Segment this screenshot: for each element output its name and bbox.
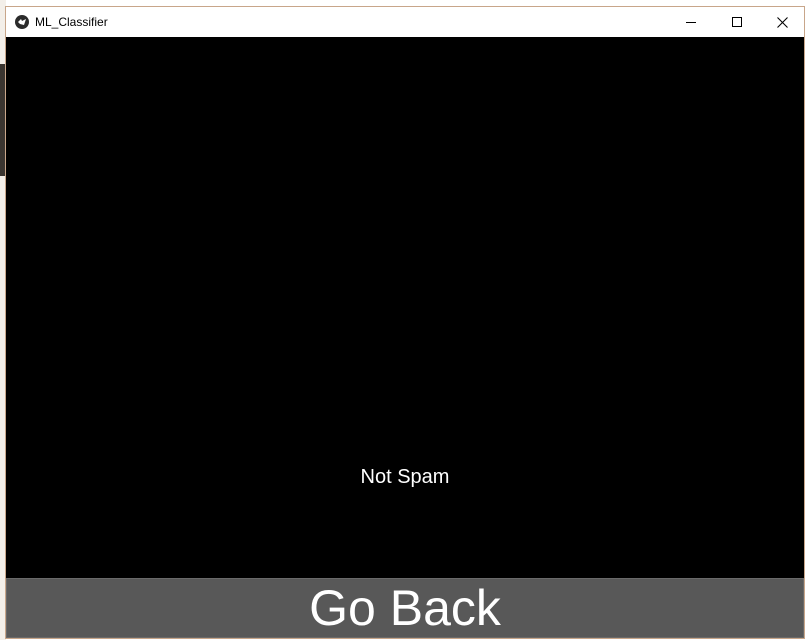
title-bar[interactable]: ML_Classifier (6, 7, 804, 37)
app-logo-icon[interactable] (15, 15, 29, 29)
classification-result-label: Not Spam (360, 466, 450, 488)
minimize-button[interactable] (668, 7, 714, 37)
main-content: Not Spam Go Back (6, 37, 804, 638)
app-window: ML_Classifier Not Spam Go Back (5, 6, 805, 639)
close-button[interactable] (759, 7, 804, 37)
window-title: ML_Classifier (35, 15, 108, 29)
maximize-button[interactable] (714, 7, 760, 37)
maximize-icon (732, 17, 742, 27)
close-icon (776, 16, 788, 28)
go-back-button[interactable]: Go Back (6, 578, 804, 638)
minimize-icon (686, 22, 696, 23)
